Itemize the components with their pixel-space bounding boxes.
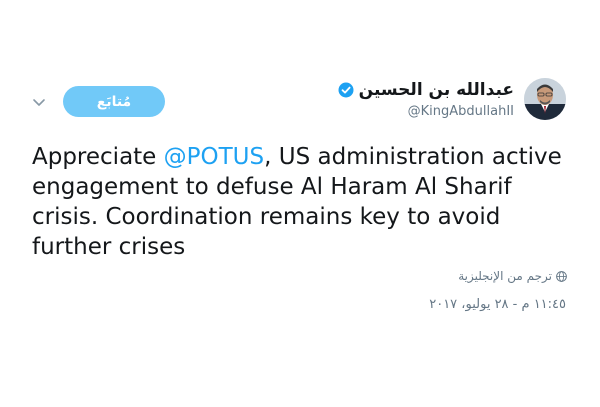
tweet-timestamp[interactable]: ١١:٤٥ م - ٢٨ يوليو، ٢٠١٧	[429, 297, 566, 312]
translate-link[interactable]: ترجم من الإنجليزية	[458, 269, 567, 283]
profile-photo-icon	[524, 78, 566, 120]
verified-badge-icon	[338, 82, 354, 98]
avatar[interactable]	[524, 78, 566, 120]
chevron-down-icon[interactable]	[31, 94, 47, 110]
tweet-card: عبدالله بن الحسين @KingAbdullahII مُتابَ…	[0, 0, 600, 407]
following-button[interactable]: مُتابَع	[63, 86, 165, 117]
author-handle[interactable]: @KingAbdullahII	[408, 104, 514, 119]
author-display-name: عبدالله بن الحسين	[358, 80, 514, 100]
translate-label: ترجم من الإنجليزية	[458, 269, 552, 283]
globe-icon	[556, 270, 567, 282]
author-name-row[interactable]: عبدالله بن الحسين	[338, 80, 514, 100]
tweet-text: Appreciate @POTUS, US administration act…	[32, 142, 580, 262]
tweet-text-before: Appreciate	[32, 144, 164, 170]
mention-link[interactable]: @POTUS	[164, 144, 264, 170]
